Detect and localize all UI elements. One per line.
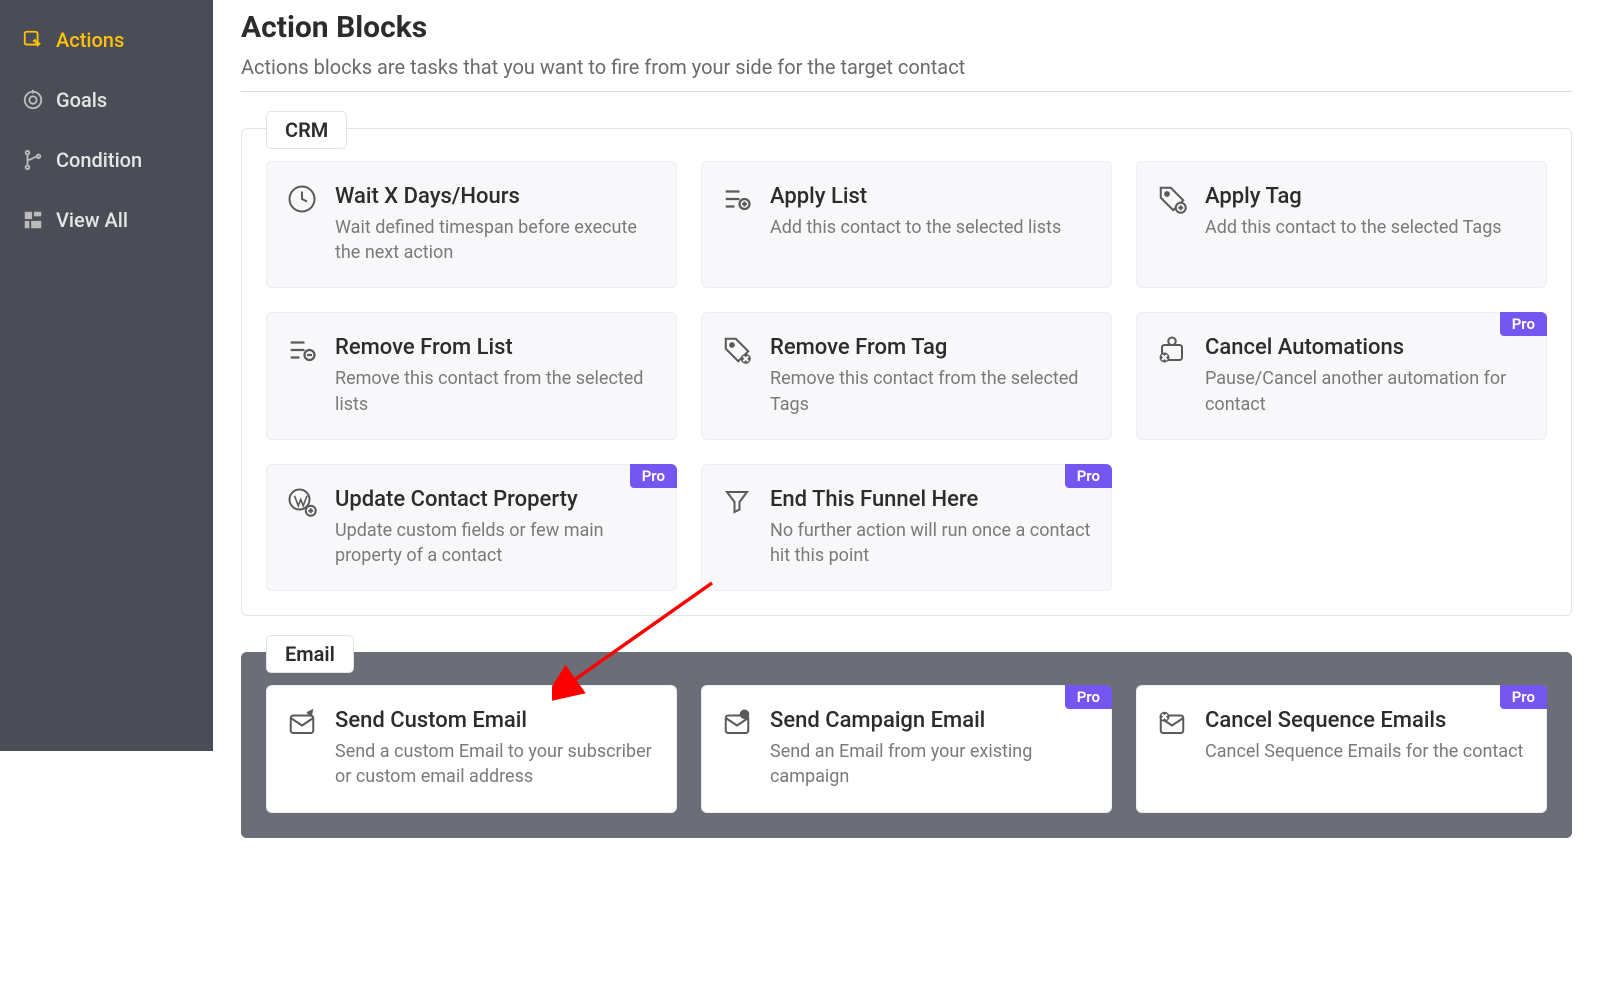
funnel-stop-icon — [722, 487, 754, 519]
sidebar-item-label: Actions — [56, 28, 124, 52]
card-remove-from-list[interactable]: Remove From List Remove this contact fro… — [266, 312, 677, 439]
card-desc: Wait defined timespan before execute the… — [335, 215, 656, 265]
sidebar: Actions Goals Condition — [0, 0, 213, 751]
section-email-label: Email — [266, 635, 354, 673]
card-title: Update Contact Property — [335, 487, 656, 512]
sidebar-item-label: View All — [56, 208, 128, 232]
email-cancel-icon — [1157, 708, 1189, 740]
pro-badge: Pro — [1065, 685, 1112, 709]
card-wait-x-days[interactable]: Wait X Days/Hours Wait defined timespan … — [266, 161, 677, 288]
target-icon — [22, 89, 44, 111]
card-send-custom-email[interactable]: Send Custom Email Send a custom Email to… — [266, 685, 677, 812]
card-desc: Update custom fields or few main propert… — [335, 518, 656, 568]
card-desc: Cancel Sequence Emails for the contact — [1205, 739, 1526, 764]
card-desc: Add this contact to the selected Tags — [1205, 215, 1526, 240]
email-send-icon — [287, 708, 319, 740]
card-cancel-automations[interactable]: Pro Cancel Automations Pause/Cancel anot… — [1136, 312, 1547, 439]
section-email: Email Send Custom Email Send a custom Em… — [241, 652, 1572, 837]
sidebar-item-view-all[interactable]: View All — [0, 190, 213, 250]
automation-cancel-icon — [1157, 335, 1189, 367]
card-cancel-sequence-emails[interactable]: Pro Cancel Sequence Emails Cancel Sequen… — [1136, 685, 1547, 812]
card-desc: No further action will run once a contac… — [770, 518, 1091, 568]
sidebar-item-label: Goals — [56, 88, 107, 112]
header-divider — [241, 91, 1572, 92]
grid-icon — [22, 209, 44, 231]
page-subtitle: Actions blocks are tasks that you want t… — [241, 55, 1572, 79]
pro-badge: Pro — [1500, 312, 1547, 336]
card-title: Apply List — [770, 184, 1091, 209]
card-apply-list[interactable]: Apply List Add this contact to the selec… — [701, 161, 1112, 288]
card-title: Remove From Tag — [770, 335, 1091, 360]
campaign-email-icon — [722, 708, 754, 740]
list-remove-icon — [287, 335, 319, 367]
sidebar-item-label: Condition — [56, 148, 142, 172]
wordpress-gear-icon — [287, 487, 319, 519]
sidebar-item-actions[interactable]: Actions — [0, 10, 213, 70]
card-apply-tag[interactable]: Apply Tag Add this contact to the select… — [1136, 161, 1547, 288]
card-title: Wait X Days/Hours — [335, 184, 656, 209]
pro-badge: Pro — [630, 464, 677, 488]
card-desc: Remove this contact from the selected li… — [335, 366, 656, 416]
section-crm-label: CRM — [266, 111, 347, 149]
tag-add-icon — [1157, 184, 1189, 216]
card-desc: Remove this contact from the selected Ta… — [770, 366, 1091, 416]
card-desc: Pause/Cancel another automation for cont… — [1205, 366, 1526, 416]
card-desc: Add this contact to the selected lists — [770, 215, 1091, 240]
card-title: Remove From List — [335, 335, 656, 360]
cursor-click-icon — [22, 29, 44, 51]
card-desc: Send a custom Email to your subscriber o… — [335, 739, 656, 789]
sidebar-item-goals[interactable]: Goals — [0, 70, 213, 130]
branch-icon — [22, 149, 44, 171]
sidebar-item-condition[interactable]: Condition — [0, 130, 213, 190]
card-title: Send Custom Email — [335, 708, 656, 733]
tag-remove-icon — [722, 335, 754, 367]
card-send-campaign-email[interactable]: Pro Send Campaign Email Send an Email fr… — [701, 685, 1112, 812]
card-title: End This Funnel Here — [770, 487, 1091, 512]
page-title: Action Blocks — [241, 10, 1572, 45]
card-remove-from-tag[interactable]: Remove From Tag Remove this contact from… — [701, 312, 1112, 439]
list-add-icon — [722, 184, 754, 216]
card-end-funnel[interactable]: Pro End This Funnel Here No further acti… — [701, 464, 1112, 591]
pro-badge: Pro — [1500, 685, 1547, 709]
card-title: Apply Tag — [1205, 184, 1526, 209]
card-desc: Send an Email from your existing campaig… — [770, 739, 1091, 789]
card-title: Cancel Sequence Emails — [1205, 708, 1526, 733]
card-title: Cancel Automations — [1205, 335, 1526, 360]
clock-icon — [287, 184, 319, 216]
card-title: Send Campaign Email — [770, 708, 1091, 733]
pro-badge: Pro — [1065, 464, 1112, 488]
card-update-contact-property[interactable]: Pro Update Contact Property Update custo… — [266, 464, 677, 591]
main-content: Action Blocks Actions blocks are tasks t… — [213, 0, 1600, 984]
section-crm: CRM Wait X Days/Hours Wait defined times… — [241, 128, 1572, 616]
